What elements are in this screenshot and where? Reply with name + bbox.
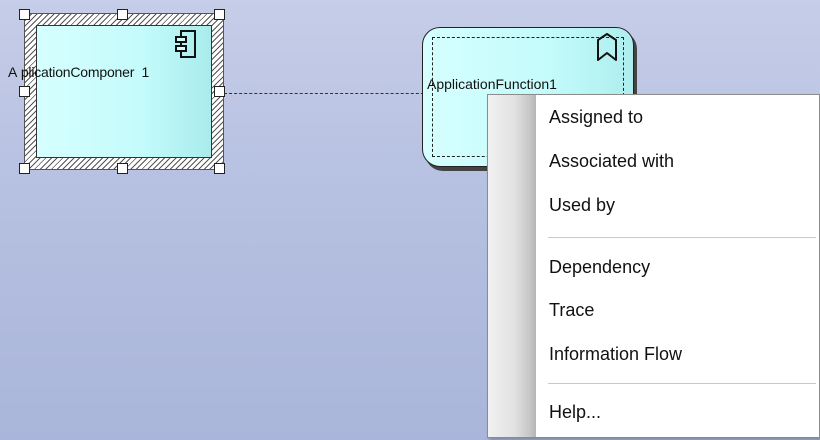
application-function-label: ApplicationFunction1 <box>427 76 557 92</box>
application-component-label: A plicationComponer 1 <box>8 64 150 80</box>
resize-handle-top-left[interactable] <box>19 9 30 20</box>
menu-item-associated-with[interactable]: Associated with <box>536 141 819 181</box>
menu-item-dependency[interactable]: Dependency <box>536 247 819 287</box>
resize-handle-top[interactable] <box>117 9 128 20</box>
resize-handle-bottom-right[interactable] <box>214 163 225 174</box>
component-icon <box>175 30 196 58</box>
menu-item-help[interactable]: Help... <box>536 392 819 432</box>
menu-item-information-flow[interactable]: Information Flow <box>536 334 819 374</box>
resize-handle-right[interactable] <box>214 86 225 97</box>
menu-item-used-by[interactable]: Used by <box>536 185 819 225</box>
resize-handle-bottom[interactable] <box>117 163 128 174</box>
diagram-canvas[interactable]: A plicationComponer 1 ApplicationFunctio… <box>0 0 820 440</box>
menu-item-trace[interactable]: Trace <box>536 290 819 330</box>
connector-line[interactable] <box>224 93 434 94</box>
resize-handle-top-right[interactable] <box>214 9 225 20</box>
menu-icon-gutter <box>488 95 536 437</box>
relationship-context-menu: Assigned to Associated with Used by Depe… <box>487 94 820 438</box>
resize-handle-left[interactable] <box>19 86 30 97</box>
menu-separator <box>548 383 816 384</box>
function-bookmark-icon <box>597 33 617 61</box>
menu-item-assigned-to[interactable]: Assigned to <box>536 97 819 137</box>
menu-separator <box>548 237 816 238</box>
resize-handle-bottom-left[interactable] <box>19 163 30 174</box>
